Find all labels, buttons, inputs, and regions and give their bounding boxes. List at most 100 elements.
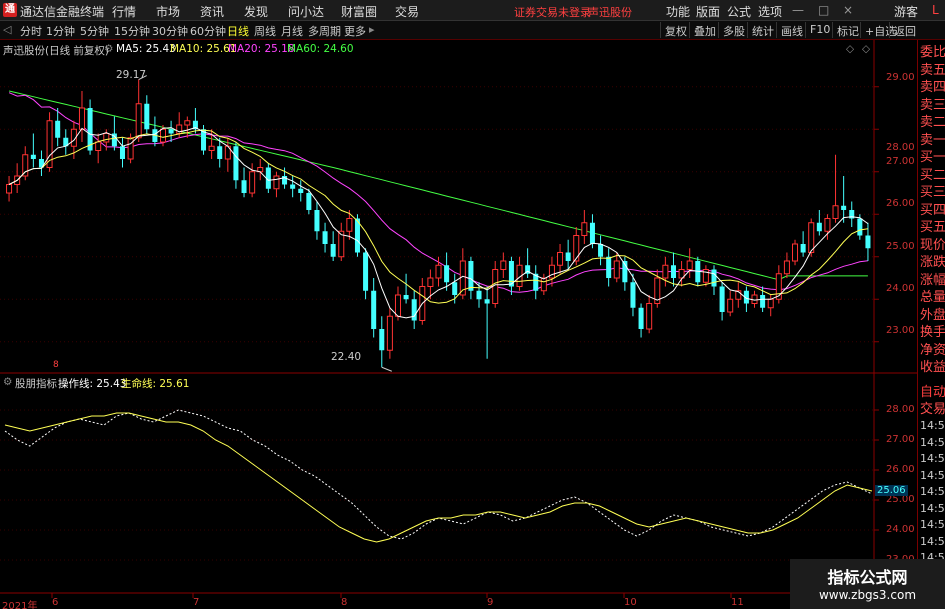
trade-time-label: 14:56 <box>920 452 945 465</box>
period-multi[interactable]: 多周期 <box>308 23 341 39</box>
candlesticks <box>6 75 871 372</box>
low-price-label: 22.40 <box>331 351 362 363</box>
candle-body <box>598 244 604 257</box>
candle-body <box>95 141 102 151</box>
guest-label[interactable]: 游客 <box>894 3 918 20</box>
menu-formula[interactable]: 公式 <box>727 3 751 20</box>
draw-button[interactable]: 画线 <box>776 22 807 38</box>
candle-body <box>298 188 304 193</box>
adjust-button[interactable]: 复权 <box>660 22 691 38</box>
more-dropdown-icon[interactable]: ▸ <box>369 23 375 36</box>
x-axis-month: 6 <box>52 597 59 608</box>
back-button[interactable]: 返回 <box>889 22 920 38</box>
operate-line-legend: 操作线: 25.43 <box>58 378 127 390</box>
candle-body <box>606 256 612 278</box>
minimize-icon[interactable]: — <box>792 3 804 17</box>
side-panel-label: 外盘 <box>920 307 945 323</box>
menu-discover[interactable]: 发现 <box>244 3 268 20</box>
candle-body <box>30 154 36 159</box>
period-toolbar: ◁ 分时 1分钟 5分钟 15分钟 30分钟 60分钟 日线 周线 月线 多周期… <box>0 21 945 40</box>
period-1min[interactable]: 1分钟 <box>46 23 75 39</box>
period-60min[interactable]: 60分钟 <box>190 23 226 39</box>
high-price-label: 29.17 <box>116 69 147 81</box>
candle-body <box>557 252 564 266</box>
restore-icon[interactable]: □ <box>818 3 829 17</box>
candle-body <box>573 235 580 262</box>
menu-wealth[interactable]: 财富圈 <box>341 3 377 20</box>
candle-body <box>865 235 871 249</box>
x-axis-month: 10 <box>624 597 637 608</box>
candle-body <box>330 244 336 257</box>
menu-trade[interactable]: 交易 <box>395 3 419 20</box>
period-monthly[interactable]: 月线 <box>281 23 303 39</box>
f10-button[interactable]: F10 <box>805 22 834 38</box>
price-tick: 25.00 <box>886 241 915 252</box>
candle-body <box>565 252 571 261</box>
candle-body <box>841 205 847 210</box>
candle-body <box>711 269 717 287</box>
candle-body <box>103 133 110 143</box>
candle-body <box>435 264 442 279</box>
mark-button[interactable]: 标记 <box>832 22 863 38</box>
sub-current-value: 25.06 <box>875 485 908 496</box>
candle-body <box>346 218 353 232</box>
trade-time-label: 14:56 <box>920 435 945 449</box>
login-warning[interactable]: 证券交易未登录 <box>514 4 591 20</box>
event-marker[interactable]: 8 <box>53 360 59 370</box>
candle-body <box>492 269 499 304</box>
candle-body <box>208 145 215 151</box>
period-fenshi[interactable]: 分时 <box>20 23 42 39</box>
trade-time-label: 14:56 <box>920 419 945 432</box>
period-5min[interactable]: 5分钟 <box>80 23 109 39</box>
menu-quotes[interactable]: 行情 <box>112 3 136 20</box>
candle-body <box>217 146 223 159</box>
multi-stock-button[interactable]: 多股 <box>718 22 749 38</box>
menu-layout[interactable]: 版面 <box>696 3 720 20</box>
overlay-button[interactable]: 叠加 <box>689 22 720 38</box>
candle-body <box>119 146 126 159</box>
menu-news[interactable]: 资讯 <box>200 3 224 20</box>
menu-market[interactable]: 市场 <box>156 3 180 20</box>
candle-body <box>824 218 831 232</box>
candle-body <box>159 128 167 143</box>
candle-body <box>484 299 490 304</box>
candle-body <box>540 277 547 292</box>
candle-body <box>184 120 191 126</box>
trade-time-label: 自动 <box>920 385 945 400</box>
menu-options[interactable]: 选项 <box>758 3 782 20</box>
period-more[interactable]: 更多 <box>344 23 366 39</box>
candle-body <box>6 184 13 194</box>
side-panel-label: 买三 <box>920 185 945 200</box>
price-tick: 27.00 <box>886 156 915 167</box>
side-panel-label: 总量 <box>920 290 945 305</box>
side-panel-label: 买四 <box>920 202 945 218</box>
life-line <box>4 412 873 543</box>
kline-chart[interactable] <box>0 40 917 609</box>
diamond-icon[interactable]: ◇ <box>846 43 854 55</box>
menu-ask[interactable]: 问小达 <box>288 3 324 20</box>
candle-body <box>306 193 312 210</box>
period-daily[interactable]: 日线 <box>227 23 249 39</box>
sub-gear-icon[interactable]: ⚙ <box>3 376 12 388</box>
period-weekly[interactable]: 周线 <box>254 23 276 39</box>
period-30min[interactable]: 30分钟 <box>152 23 188 39</box>
candle-body <box>767 298 774 309</box>
side-panel-label: 卖五 <box>920 62 945 78</box>
trade-time-label: 14:56 <box>920 518 945 531</box>
candle-body <box>322 231 328 244</box>
period-15min[interactable]: 15分钟 <box>114 23 150 39</box>
candle-body <box>808 222 815 253</box>
side-panel-label: 卖一 <box>920 132 945 148</box>
close-icon[interactable]: × <box>843 3 853 17</box>
candle-body <box>386 315 393 351</box>
settings-gear-icon[interactable]: ⚙ <box>104 43 113 55</box>
statistics-button[interactable]: 统计 <box>747 22 778 38</box>
candle-body <box>411 299 417 321</box>
price-tick: 29.00 <box>886 72 915 83</box>
chart-menu-icon[interactable]: ◇ <box>862 43 870 55</box>
collapse-icon[interactable]: ◁ <box>3 23 11 36</box>
candle-body <box>548 264 555 279</box>
candle-body <box>379 329 385 351</box>
menu-functions[interactable]: 功能 <box>666 3 690 20</box>
candle-body <box>249 171 256 194</box>
